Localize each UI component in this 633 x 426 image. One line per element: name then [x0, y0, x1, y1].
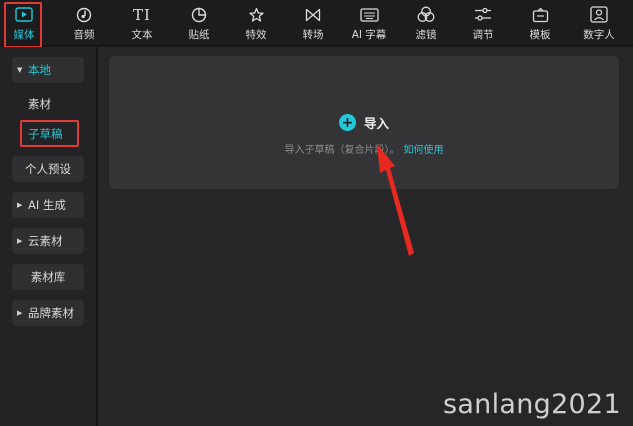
tab-sticker-label: 贴纸	[188, 28, 210, 41]
tab-audio-label: 音频	[73, 28, 95, 41]
sidebar-item-sub-draft[interactable]: 子草稿	[28, 121, 78, 147]
tab-transition-label: 转场	[302, 28, 324, 41]
sidebar-item-cloud-materials[interactable]: ▶ 云素材	[12, 228, 84, 254]
tab-adjust[interactable]: 调节	[466, 0, 500, 46]
keyboard-icon	[359, 5, 379, 25]
sidebar-item-label: 品牌素材	[28, 306, 74, 320]
import-hint-text: 导入子草稿（复合片段）。	[284, 145, 400, 156]
tab-adjust-label: 调节	[472, 28, 494, 41]
sticker-icon	[191, 5, 207, 25]
caret-right-icon: ▶	[17, 201, 23, 209]
tab-digital-human[interactable]: 数字人	[577, 0, 621, 46]
sliders-icon	[474, 5, 492, 25]
how-to-use-link[interactable]: 如何使用	[404, 141, 444, 156]
text-ti-icon: TI	[133, 5, 151, 24]
tab-media-label: 媒体	[13, 28, 35, 41]
sidebar-item-label: AI 生成	[28, 198, 66, 212]
transition-bowtie-icon	[305, 5, 321, 25]
watermark: sanlang2021	[442, 389, 621, 420]
top-toolbar: 媒体 音频 TI 文本 贴纸 特效 转场 AI 字幕 滤镜 调节 模板 数字人	[0, 0, 633, 46]
effects-star-icon	[248, 5, 265, 25]
tab-text-label: 文本	[131, 28, 153, 41]
template-icon	[532, 5, 549, 25]
tab-audio[interactable]: 音频	[67, 0, 101, 46]
caret-down-icon: ▼	[17, 66, 23, 74]
sidebar-item-label: 子草稿	[28, 127, 63, 141]
tab-effects[interactable]: 特效	[239, 0, 273, 46]
import-button[interactable]: 导入	[364, 113, 389, 132]
tab-template-label: 模板	[529, 28, 551, 41]
sidebar-item-label: 素材	[28, 97, 51, 111]
sidebar-item-label: 本地	[28, 63, 51, 77]
sidebar-item-material-library[interactable]: 素材库	[12, 264, 84, 290]
import-action: + 导入	[109, 113, 619, 132]
sidebar-item-materials[interactable]: 素材	[28, 91, 78, 117]
media-play-icon	[15, 5, 33, 25]
music-note-icon	[76, 5, 92, 25]
tab-media[interactable]: 媒体	[7, 0, 41, 46]
tab-sticker[interactable]: 贴纸	[182, 0, 216, 46]
tab-text[interactable]: TI 文本	[125, 0, 159, 46]
main-panel: + 导入 导入子草稿（复合片段）。 如何使用	[98, 47, 633, 426]
tab-filter-label: 滤镜	[415, 28, 437, 41]
sidebar-item-label: 素材库	[30, 270, 66, 284]
sidebar-item-label: 个人预设	[25, 162, 71, 176]
tab-filter[interactable]: 滤镜	[409, 0, 443, 46]
tab-digital-human-label: 数字人	[583, 28, 615, 41]
sidebar: ▼ 本地 素材 子草稿 个人预设 ▶ AI 生成 ▶ 云素材 素材库 ▶ 品牌素…	[0, 47, 97, 426]
tab-ai-subtitle[interactable]: AI 字幕	[347, 0, 391, 46]
tab-template[interactable]: 模板	[523, 0, 557, 46]
sidebar-item-personal-presets[interactable]: 个人预设	[12, 156, 84, 182]
caret-right-icon: ▶	[17, 237, 23, 245]
tab-ai-subtitle-label: AI 字幕	[351, 28, 387, 41]
import-hint: 导入子草稿（复合片段）。 如何使用	[109, 141, 619, 156]
sidebar-item-local[interactable]: ▼ 本地	[12, 57, 84, 83]
filter-circles-icon	[417, 5, 435, 25]
sidebar-item-brand-materials[interactable]: ▶ 品牌素材	[12, 300, 84, 326]
digital-human-icon	[590, 5, 608, 25]
caret-right-icon: ▶	[17, 309, 23, 317]
sidebar-item-label: 云素材	[28, 234, 63, 248]
sidebar-item-ai-generate[interactable]: ▶ AI 生成	[12, 192, 84, 218]
tab-transition[interactable]: 转场	[296, 0, 330, 46]
tab-effects-label: 特效	[245, 28, 267, 41]
plus-icon[interactable]: +	[338, 114, 356, 131]
import-dropzone[interactable]: + 导入 导入子草稿（复合片段）。 如何使用	[109, 56, 619, 189]
